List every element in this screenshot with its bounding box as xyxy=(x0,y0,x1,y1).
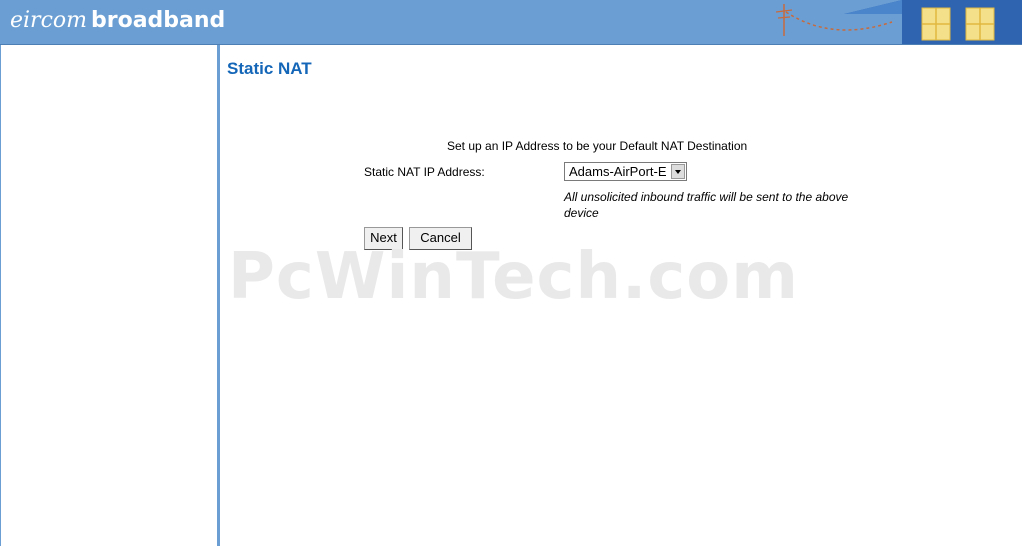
static-nat-ip-select[interactable]: Adams-AirPort-E xyxy=(564,162,687,181)
intro-text: Set up an IP Address to be your Default … xyxy=(447,139,748,153)
brand-part2: broadband xyxy=(91,8,226,33)
static-nat-ip-label: Static NAT IP Address: xyxy=(364,165,485,179)
page-title: Static NAT xyxy=(227,59,312,78)
sidebar xyxy=(0,45,220,546)
brand-part1: eircom xyxy=(10,8,87,33)
chevron-down-icon[interactable] xyxy=(671,164,685,179)
inbound-traffic-note: All unsolicited inbound traffic will be … xyxy=(564,190,849,220)
watermark: PcWinTech.com xyxy=(228,240,799,314)
brand-logo: eircom broadband xyxy=(10,6,225,34)
header-bar: eircom broadband xyxy=(0,0,1022,45)
header-decoration-icon xyxy=(775,0,1022,44)
select-value: Adams-AirPort-E xyxy=(569,164,667,179)
